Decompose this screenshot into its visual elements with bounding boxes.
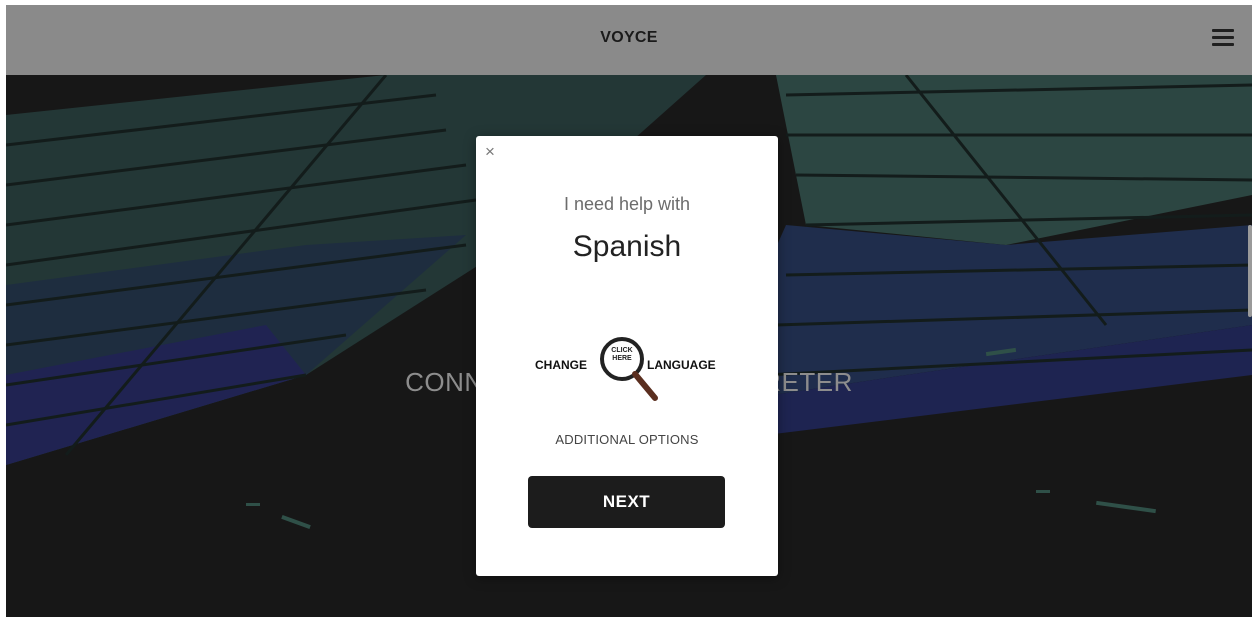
scrollbar-thumb[interactable] [1248,225,1252,317]
close-icon[interactable]: × [485,142,495,162]
additional-options-link[interactable]: ADDITIONAL OPTIONS [476,432,778,447]
next-button[interactable]: NEXT [528,476,725,528]
magnifying-glass-icon: CLICK HERE [597,336,669,408]
brand-title: VOYCE [600,29,658,46]
magnifier-text-click: CLICK [611,347,633,354]
app-frame: VOYCE CONNECT × I need help with Spanish… [6,5,1252,617]
hamburger-menu-icon[interactable] [1212,29,1234,47]
selected-language: Spanish [572,230,682,263]
magnifier-text-here: HERE [612,355,632,362]
top-navigation-bar: VOYCE [6,5,1252,75]
modal-subtitle: I need help with [563,194,691,214]
change-language-button[interactable]: CHANGE CLICK HERE LANGUAGE [531,332,727,404]
language-selection-modal: × I need help with Spanish CHANGE CLICK … [476,136,778,576]
change-language-left-text: CHANGE [535,358,588,372]
change-language-right-text: LANGUAGE [647,358,716,372]
